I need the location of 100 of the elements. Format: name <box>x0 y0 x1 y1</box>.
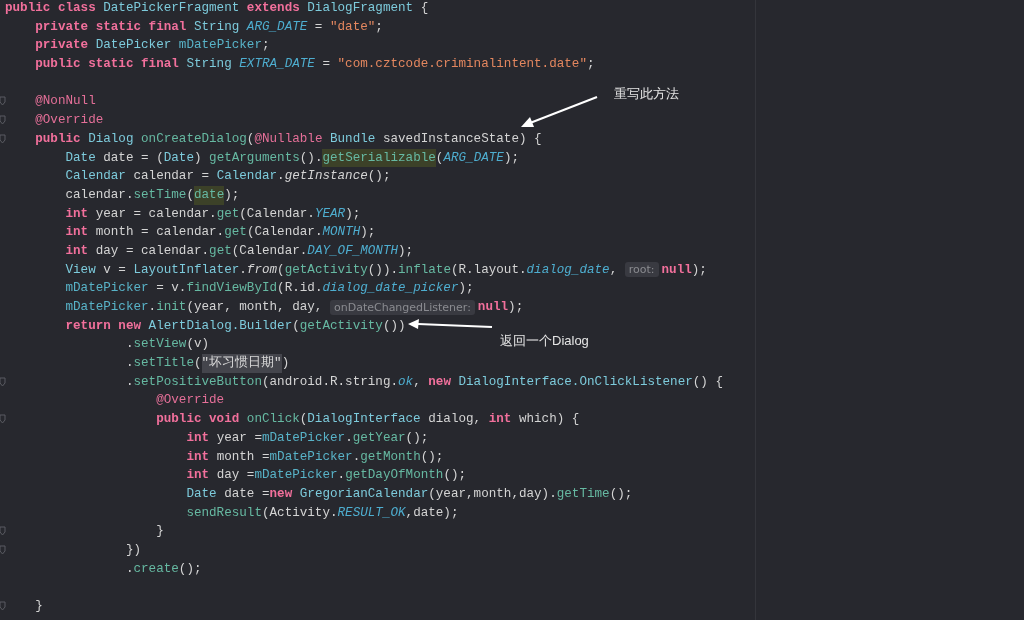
code-token: , <box>413 373 422 391</box>
code-token: (); <box>178 560 202 578</box>
code-token: calendar = <box>133 168 211 186</box>
code-token: ( <box>299 411 308 429</box>
code-token: { <box>420 0 429 17</box>
code-token: String <box>193 18 241 36</box>
code-token: month = <box>216 448 270 466</box>
code-token: (Calendar. <box>246 224 323 242</box>
code-token: (R.layout. <box>450 261 527 279</box>
code-token: month = calendar. <box>95 224 225 242</box>
code-token: extends <box>246 0 301 17</box>
code-token: . <box>124 336 134 354</box>
code-token: null <box>477 299 509 316</box>
callout-text: 返回一个Dialog <box>500 332 589 350</box>
code-token: = <box>321 56 331 74</box>
code-token: AlertDialog.Builder <box>148 317 293 335</box>
code-token: . <box>345 429 353 447</box>
code-token: public void <box>155 411 241 429</box>
code-token: ); <box>345 205 361 223</box>
code-token: private <box>34 37 90 55</box>
code-token: mDatePicker <box>262 429 346 447</box>
code-token: from <box>246 261 278 279</box>
code-token: ARG_DATE <box>246 18 308 36</box>
parameter-hint: onDateChangedListener: <box>330 299 475 315</box>
code-token: (Activity. <box>261 504 338 522</box>
code-token: dialog_date <box>526 261 610 279</box>
code-token: int <box>185 448 211 466</box>
code-token: . <box>148 299 157 316</box>
code-token: mDatePicker <box>178 37 262 55</box>
code-token: . <box>124 355 134 373</box>
code-token: "com.cztcode.criminalintent.date" <box>337 56 587 74</box>
code-token: "坏习惯日期" <box>201 354 282 373</box>
code-token: private static final <box>34 18 188 36</box>
code-token: . <box>277 168 285 186</box>
code-token: (); <box>420 448 444 466</box>
code-token: date <box>193 185 225 205</box>
fold-marker-icon[interactable] <box>0 414 6 425</box>
code-token: (); <box>405 429 429 447</box>
code-token: public class <box>5 0 97 17</box>
code-token: savedInstanceState) { <box>382 130 542 148</box>
code-token: Date <box>64 149 97 167</box>
code-token: DialogInterface <box>307 411 422 429</box>
code-token: null <box>661 261 692 279</box>
code-token: day = <box>216 467 255 485</box>
code-token: get <box>216 205 240 223</box>
code-token: findViewById <box>186 280 278 298</box>
code-token: . <box>124 560 134 578</box>
code-token: DialogInterface.OnClickListener <box>458 373 693 391</box>
code-token: ( <box>435 149 444 167</box>
code-token: setPositiveButton <box>133 373 262 391</box>
code-token: ( <box>186 186 194 204</box>
callout-text: 重写此方法 <box>614 85 679 103</box>
code-token: ); <box>458 280 474 298</box>
code-token: . <box>124 373 134 391</box>
code-token: create <box>133 560 179 578</box>
code-token: ARG_DATE <box>443 149 504 167</box>
fold-marker-icon[interactable] <box>0 601 6 611</box>
code-token: = v. <box>155 280 187 298</box>
code-token: ( <box>292 317 300 335</box>
code-token: Calendar <box>216 168 278 186</box>
code-token: (); <box>367 168 391 186</box>
code-token: ) <box>193 149 203 167</box>
code-token: get <box>209 242 232 260</box>
code-token: @Nullable <box>254 130 324 148</box>
code-token: ; <box>375 18 383 36</box>
code-token: Date <box>163 149 194 167</box>
code-token: getSerializable <box>322 148 436 168</box>
code-token: LayoutInflater <box>133 261 240 279</box>
code-token: onCreateDialog <box>141 130 247 148</box>
code-token: EXTRA_DATE <box>239 56 315 74</box>
code-token: (year, month, day, <box>186 299 324 316</box>
code-token: day = calendar. <box>95 242 210 260</box>
code-token: getDayOfMonth <box>345 467 444 485</box>
code-token: (Calendar. <box>231 242 308 260</box>
code-token: setTitle <box>133 355 194 373</box>
fold-marker-icon[interactable] <box>0 96 6 107</box>
code-token: get <box>224 224 247 242</box>
code-token: init <box>156 299 187 316</box>
fold-marker-icon[interactable] <box>0 115 6 126</box>
code-token: year = <box>216 429 262 447</box>
code-token: ); <box>508 299 524 316</box>
code-token: getInstance <box>284 168 368 186</box>
fold-marker-icon[interactable] <box>0 544 6 555</box>
code-token: int <box>488 411 513 429</box>
code-token: public <box>34 130 82 148</box>
code-token: int <box>64 242 90 260</box>
code-token: ( <box>246 130 255 148</box>
code-token: calendar. <box>64 186 134 204</box>
code-token: (android.R.string. <box>261 373 398 391</box>
code-token: ()) <box>382 317 406 335</box>
fold-marker-icon[interactable] <box>0 376 6 387</box>
fold-marker-icon[interactable] <box>0 526 6 537</box>
code-token: new <box>269 485 294 503</box>
code-token: @NonNull <box>34 93 96 111</box>
code-token: int <box>185 429 211 447</box>
code-token: mDatePicker <box>269 448 353 466</box>
code-token: . <box>239 261 247 279</box>
code-token: (year,month,day). <box>428 485 557 503</box>
code-token: @Override <box>34 112 104 130</box>
fold-marker-icon[interactable] <box>0 133 6 144</box>
